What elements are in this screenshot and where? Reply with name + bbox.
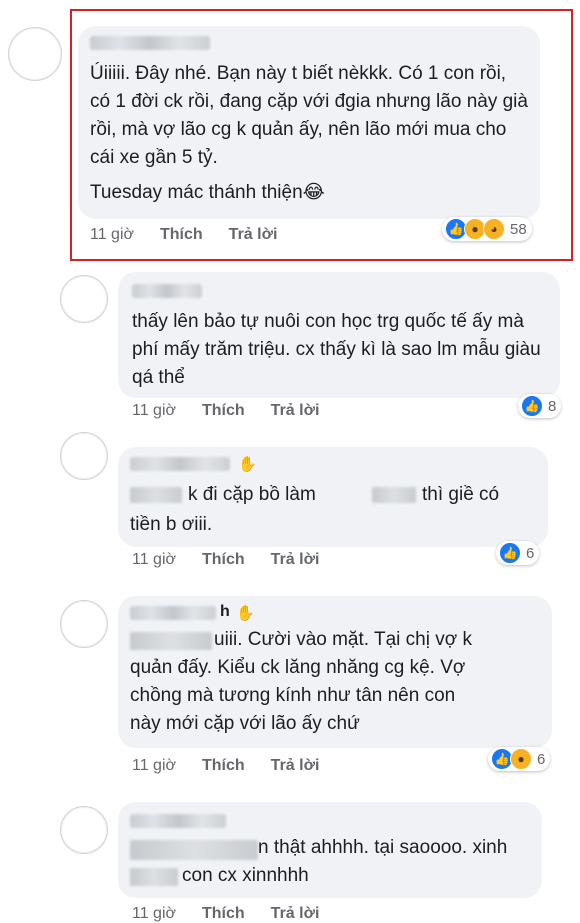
timestamp[interactable]: 11 giờ [90,226,134,244]
reaction-count: 58 [510,220,527,238]
comment-actions: 11 giờ Thích Trả lời [132,402,319,420]
avatar[interactable] [60,806,108,854]
reaction-summary[interactable]: 👍 ● 6 [488,747,551,771]
commenter-name[interactable] [90,36,210,50]
reaction-summary[interactable]: 👍 ● ◕ 58 [442,217,532,241]
avatar[interactable] [60,432,108,480]
comment-text: thì giề có [422,484,500,505]
commenter-name[interactable] [130,606,216,620]
redacted-text [130,632,212,650]
like-icon: 👍 [499,542,521,564]
timestamp[interactable]: 11 giờ [132,402,176,420]
like-button[interactable]: Thích [160,226,203,244]
commenter-name-tail: h [220,603,230,620]
comment-bubble: thấy lên bảo tự nuôi con học trg quốc tế… [118,272,560,398]
reaction-count: 6 [526,544,535,562]
comment-actions: 11 giờ Thích Trả lời [132,905,319,923]
comment-actions: 11 giờ Thích Trả lời [132,757,319,775]
reaction-summary[interactable]: 👍 6 [496,541,540,565]
commenter-name[interactable] [130,457,230,471]
comment-text: uiii. Cười vào mặt. Tại chị vợ k [214,629,472,650]
comment-actions: 11 giờ Thích Trả lời [132,551,319,569]
comment-bubble: ✋ k đi cặp bồ làm thì giề có tiền b ơiii… [118,447,548,547]
comment-text: Úiiiii. Đây nhé. Bạn này t biết nèkkk. C… [90,63,528,168]
redacted-text [372,487,416,503]
reaction-summary[interactable]: 👍 8 [518,394,562,418]
timestamp[interactable]: 11 giờ [132,551,176,569]
redacted-text [130,840,258,860]
comment-text: con cx xinnhhh [182,865,309,886]
reply-button[interactable]: Trả lời [271,551,320,569]
timestamp[interactable]: 11 giờ [132,905,176,923]
comment-actions: 11 giờ Thích Trả lời [90,226,277,244]
commenter-name[interactable] [130,814,226,828]
comment-bubble: h ✋ uiii. Cười vào mặt. Tại chị vợ k quả… [118,596,552,748]
comment-text: n thật ahhhh. tại saoooo. xinh [258,837,508,858]
waving-hand-icon: ✋ [238,456,257,473]
reply-button[interactable]: Trả lời [271,402,320,420]
waving-hand-icon: ✋ [236,605,255,622]
reaction-count: 8 [548,397,557,415]
like-button[interactable]: Thích [202,905,245,923]
reaction-count: 6 [537,750,546,768]
comment-bubble: Úiiiii. Đây nhé. Bạn này t biết nèkkk. C… [78,26,540,219]
comment-text: thấy lên bảo tự nuôi con học trg quốc tế… [132,311,541,388]
reply-button[interactable]: Trả lời [229,226,278,244]
redacted-text [130,487,182,503]
comment-text-line: Tuesday mác thánh thiện😂 [90,182,325,203]
reply-button[interactable]: Trả lời [271,905,320,923]
like-icon: 👍 [521,395,543,417]
commenter-name[interactable] [132,284,202,298]
comment-text: tiền b ơiii. [130,514,213,535]
like-button[interactable]: Thích [202,551,245,569]
wow-icon: ● [510,748,532,770]
timestamp[interactable]: 11 giờ [132,757,176,775]
like-button[interactable]: Thích [202,402,245,420]
haha-icon: ◕ [483,218,505,240]
redacted-text [130,868,178,886]
comment-text: k đi cặp bồ làm [188,484,316,505]
avatar[interactable] [8,27,62,81]
avatar[interactable] [60,600,108,648]
avatar[interactable] [60,275,108,323]
like-button[interactable]: Thích [202,757,245,775]
reply-button[interactable]: Trả lời [271,757,320,775]
comment-text: quản đấy. Kiểu ck lăng nhăng cg kệ. Vợ c… [130,657,466,734]
comment-bubble: n thật ahhhh. tại saoooo. xinh con cx xi… [118,802,542,898]
